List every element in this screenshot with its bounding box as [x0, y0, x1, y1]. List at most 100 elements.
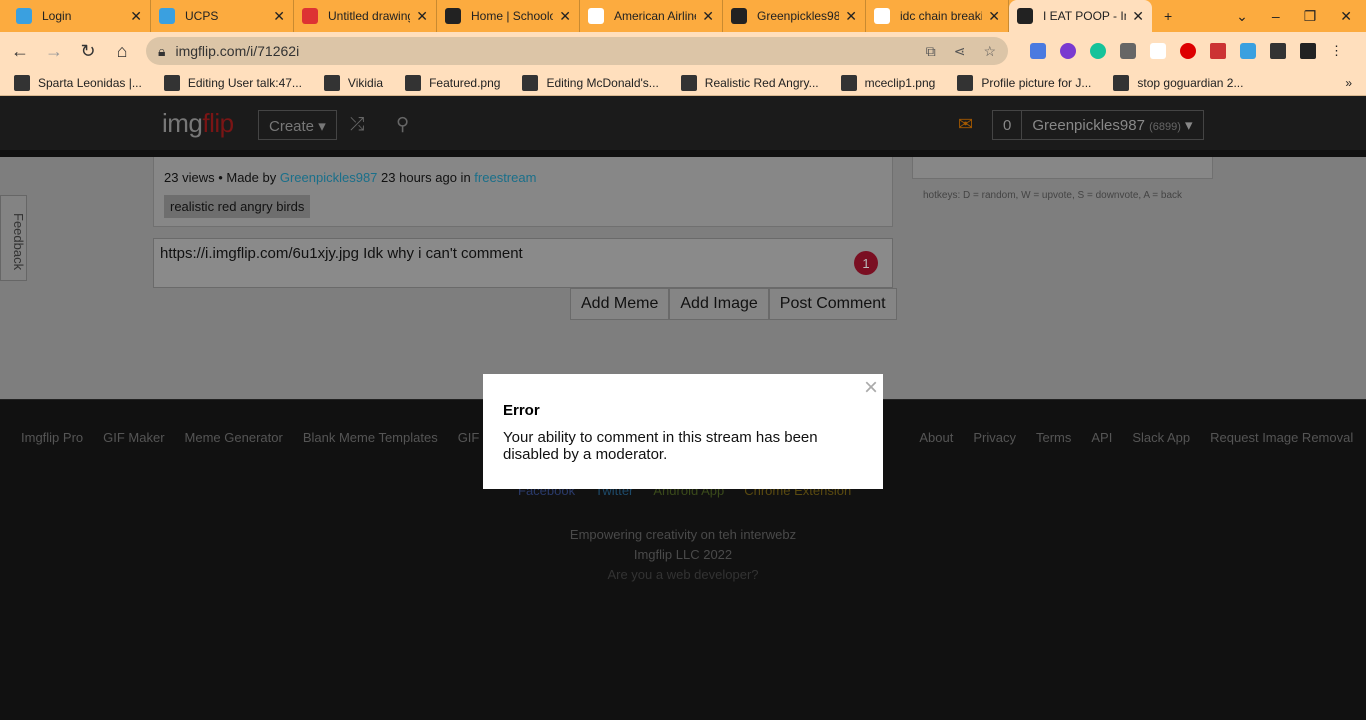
favicon-icon	[1017, 8, 1033, 24]
open-in-app-icon[interactable]: ⧉	[926, 43, 936, 60]
create-menu-button[interactable]: Create ▾	[258, 110, 337, 140]
footer-link[interactable]: About	[919, 430, 953, 445]
stream-link[interactable]: freestream	[474, 170, 536, 185]
feedback-tab[interactable]: Feedback	[0, 195, 27, 281]
close-tab-icon[interactable]: ✕	[845, 8, 857, 25]
bookmark-item[interactable]: mceclip1.png	[840, 74, 935, 91]
restore-button[interactable]: ❐	[1304, 8, 1317, 25]
close-window-button[interactable]: ✕	[1340, 8, 1352, 25]
browser-tab[interactable]: Greenpickles987 ✕	[723, 0, 866, 32]
username: Greenpickles987	[1032, 117, 1145, 134]
browser-tab[interactable]: Home | Schoology ✕	[437, 0, 580, 32]
bookmark-item[interactable]: Editing McDonald's...	[522, 74, 659, 91]
reload-icon[interactable]: ↻	[78, 41, 98, 62]
menu-icon[interactable]: ⋮	[1330, 43, 1343, 59]
new-tab-button[interactable]: +	[1164, 8, 1172, 25]
mail-icon[interactable]: ✉	[958, 114, 973, 135]
footer-link[interactable]: Imgflip Pro	[21, 430, 83, 445]
book-extension-icon[interactable]	[1210, 43, 1226, 59]
close-tab-icon[interactable]: ✕	[1132, 8, 1144, 25]
tab-search-icon[interactable]: ⌄	[1236, 8, 1248, 25]
post-comment-button[interactable]: Post Comment	[768, 288, 897, 320]
translate-extension-icon[interactable]	[1030, 43, 1046, 59]
notification-count[interactable]: 0	[993, 111, 1023, 139]
sidebar-card	[912, 157, 1213, 179]
browser-tab[interactable]: American Airlines ✕	[580, 0, 723, 32]
bookmark-item[interactable]: Editing User talk:47...	[163, 74, 302, 91]
bookmark-icon	[840, 74, 857, 91]
forward-icon[interactable]: →	[44, 41, 64, 62]
close-tab-icon[interactable]: ✕	[273, 8, 285, 25]
made-by-label: Made by	[226, 170, 277, 185]
tag[interactable]: realistic red angry birds	[164, 195, 311, 218]
bookmark-item[interactable]: Realistic Red Angry...	[680, 74, 819, 91]
bookmark-star-icon[interactable]: ☆	[983, 43, 996, 60]
copyright: Imgflip LLC 2022	[633, 547, 733, 562]
tagline: Empowering creativity on teh interwebz	[569, 527, 797, 542]
grammarly-icon[interactable]	[1090, 43, 1106, 59]
tab-strip: Login ✕ UCPS ✕ Untitled drawing ✕ Home | Schoo…	[0, 0, 1366, 32]
shuffle-icon[interactable]: ⤮	[350, 114, 364, 135]
tab-title: Home | Schoology	[471, 9, 554, 23]
add-meme-button[interactable]: Add Meme	[570, 288, 670, 320]
back-icon[interactable]: ←	[10, 41, 30, 62]
close-tab-icon[interactable]: ✕	[130, 8, 142, 25]
tab-title: idc chain breaking	[900, 9, 983, 23]
bookmark-item[interactable]: stop goguardian 2...	[1113, 74, 1244, 91]
footer-link[interactable]: GIF Maker	[103, 430, 164, 445]
bookmark-label: Sparta Leonidas |...	[38, 75, 142, 90]
puzzle-icon[interactable]	[1270, 43, 1286, 59]
shield-white-icon[interactable]	[1150, 43, 1166, 59]
address-bar[interactable]: 🔒︎ imgflip.com/i/71262i ⧉ ⋖ ☆	[146, 37, 1008, 65]
close-icon[interactable]: ×	[864, 374, 878, 402]
tab-title: American Airlines	[614, 9, 696, 23]
close-tab-icon[interactable]: ✕	[988, 8, 1000, 25]
minimize-button[interactable]: –	[1272, 8, 1280, 25]
author-link[interactable]: Greenpickles987	[280, 170, 378, 185]
bookmark-label: stop goguardian 2...	[1137, 75, 1244, 90]
bookmarks-overflow-icon[interactable]: »	[1345, 76, 1352, 90]
bookmark-item[interactable]: Profile picture for J...	[957, 74, 1091, 91]
bookmark-label: Vikidia	[347, 75, 384, 90]
url-text: imgflip.com/i/71262i	[175, 43, 300, 59]
footer-link[interactable]: Slack App	[1132, 430, 1190, 445]
web-developer-link[interactable]: Are you a web developer?	[0, 567, 1366, 582]
shield-extension-icon[interactable]	[1120, 43, 1136, 59]
browser-tab[interactable]: UCPS ✕	[151, 0, 294, 32]
grammar-badge[interactable]: 1	[854, 251, 878, 275]
bookmark-item[interactable]: Sparta Leonidas |...	[14, 74, 142, 91]
share-icon[interactable]: ⋖	[954, 43, 966, 60]
bookmark-item[interactable]: Vikidia	[323, 74, 384, 91]
browser-tab[interactable]: Untitled drawing ✕	[294, 0, 437, 32]
post-meta: 23 views • Made by Greenpickles987 23 ho…	[164, 170, 537, 185]
cloud-extension-icon[interactable]	[1240, 43, 1256, 59]
k-extension-icon[interactable]	[1060, 43, 1076, 59]
home-icon[interactable]: ⌂	[112, 41, 132, 62]
browser-tab[interactable]: Login ✕	[8, 0, 151, 32]
footer-link[interactable]: Request Image Removal	[1210, 430, 1353, 445]
search-icon[interactable]: ⚲	[396, 114, 409, 135]
favicon-icon	[302, 8, 318, 24]
close-tab-icon[interactable]: ✕	[702, 8, 714, 25]
comment-textarea[interactable]: https://i.imgflip.com/6u1xjy.jpg Idk why…	[153, 238, 893, 288]
bookmark-item[interactable]: Featured.png	[405, 74, 501, 91]
browser-tab[interactable]: I EAT POOP - Imgflip ✕	[1009, 0, 1152, 32]
red-extension-icon[interactable]	[1180, 43, 1196, 59]
extensions: ⋮	[1030, 43, 1343, 59]
bookmark-icon	[405, 74, 422, 91]
browser-tab[interactable]: idc chain breaking ✕	[866, 0, 1009, 32]
imgflip-logo[interactable]: imgflip	[162, 108, 234, 139]
add-image-button[interactable]: Add Image	[669, 288, 769, 320]
bookmark-label: Featured.png	[429, 75, 501, 90]
footer-link[interactable]: Meme Generator	[185, 430, 283, 445]
close-tab-icon[interactable]: ✕	[416, 8, 428, 25]
footer-link[interactable]: Blank Meme Templates	[303, 430, 438, 445]
footer-link[interactable]: GIF	[458, 430, 480, 445]
side-panel-icon[interactable]	[1300, 43, 1316, 59]
user-menu[interactable]: 0 Greenpickles987 (6899) ▾	[992, 110, 1204, 140]
footer-link[interactable]: API	[1091, 430, 1112, 445]
close-tab-icon[interactable]: ✕	[559, 8, 571, 25]
favicon-icon	[445, 8, 461, 24]
footer-link[interactable]: Privacy	[973, 430, 1016, 445]
footer-link[interactable]: Terms	[1036, 430, 1071, 445]
